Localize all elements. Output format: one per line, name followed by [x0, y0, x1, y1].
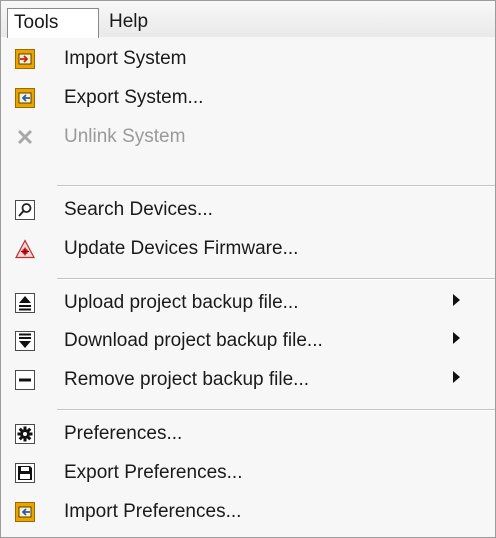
firmware-warning-icon [15, 239, 35, 259]
unlink-icon [15, 127, 35, 147]
menu-item-label: Import System [64, 48, 187, 69]
menu-item-label: Update Devices Firmware... [64, 238, 299, 259]
menu-item-label: Preferences... [64, 423, 183, 444]
menu-separator [57, 185, 495, 187]
menu-item-label: Search Devices... [64, 199, 213, 220]
menu-item-search-devices[interactable]: Search Devices... [1, 191, 495, 229]
menu-item-update-firmware[interactable]: Update Devices Firmware... [1, 230, 495, 268]
menu-item-import-system[interactable]: Import System [1, 40, 495, 78]
menu-item-upload-backup[interactable]: Upload project backup file... [1, 284, 495, 322]
import-system-icon [15, 49, 35, 69]
menu-item-export-system[interactable]: Export System... [1, 79, 495, 117]
menu-item-remove-backup[interactable]: Remove project backup file... [1, 361, 495, 399]
menu-item-label: Download project backup file... [64, 330, 323, 351]
menu-item-label: Remove project backup file... [64, 369, 310, 390]
save-icon [15, 463, 35, 483]
menu-item-label: Export System... [64, 87, 204, 108]
menu-separator [57, 278, 495, 280]
import-preferences-icon [15, 502, 35, 522]
menu-item-label: Unlink System [64, 126, 186, 147]
menu-item-preferences[interactable]: Preferences... [1, 415, 495, 453]
download-icon [15, 331, 35, 351]
menu-item-import-preferences[interactable]: Import Preferences... [1, 493, 495, 531]
menu-item-download-backup[interactable]: Download project backup file... [1, 322, 495, 360]
menu-bar: Tools Help [1, 1, 495, 38]
menu-item-label: Import Preferences... [64, 501, 242, 522]
menu-separator [57, 409, 495, 411]
menu-help[interactable]: Help [103, 10, 154, 34]
upload-icon [15, 293, 35, 313]
menu-item-unlink-system[interactable]: Unlink System [1, 118, 495, 156]
export-system-icon [15, 88, 35, 108]
menu-item-label: Export Preferences... [64, 462, 243, 483]
submenu-arrow-icon [453, 371, 460, 383]
menu-item-export-preferences[interactable]: Export Preferences... [1, 454, 495, 492]
remove-icon [15, 370, 35, 390]
menu-tools[interactable]: Tools [7, 8, 99, 38]
search-icon [15, 200, 35, 220]
submenu-arrow-icon [453, 294, 460, 306]
tools-dropdown: Import System Export System... Unlink Sy… [1, 37, 495, 537]
menu-window: Tools Help Import System Export System..… [0, 0, 496, 538]
gear-icon [15, 424, 35, 444]
submenu-arrow-icon [453, 332, 460, 344]
menu-item-label: Upload project backup file... [64, 292, 299, 313]
